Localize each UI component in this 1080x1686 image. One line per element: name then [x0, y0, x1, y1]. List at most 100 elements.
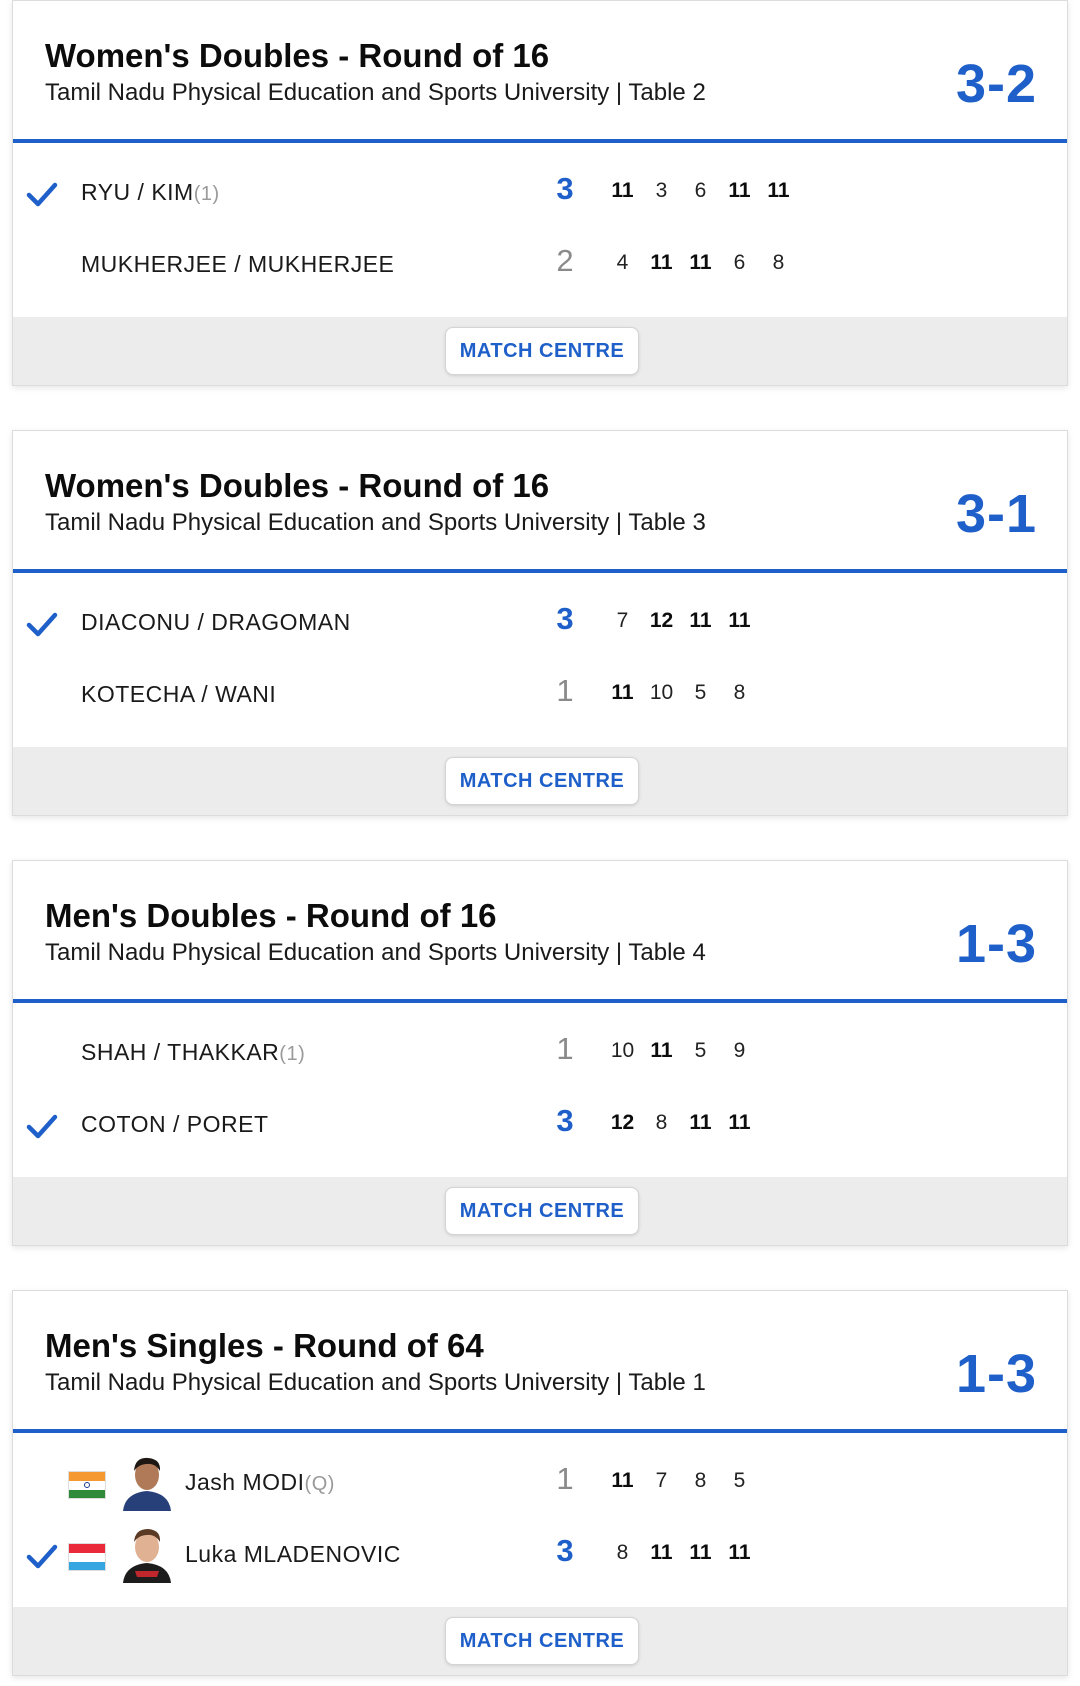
- game-score: 6: [694, 179, 707, 202]
- winner-check-icon: [26, 182, 58, 207]
- game-score: 5: [694, 681, 707, 704]
- player-row: MUKHERJEE / MUKHERJEE 2 4 11 11 6 8: [13, 231, 1067, 301]
- match-header: Women's Doubles - Round of 16 Tamil Nadu…: [13, 1, 1067, 143]
- match-score: 1-3: [955, 914, 1037, 974]
- game-score: 7: [655, 1469, 668, 1492]
- game-score: 11: [611, 1469, 634, 1492]
- match-score: 3-2: [955, 54, 1037, 114]
- player-seed: (1): [193, 183, 220, 205]
- game-score: 3: [655, 179, 668, 202]
- game-score: 10: [610, 1039, 635, 1062]
- game-score: 8: [772, 251, 785, 274]
- game-score: 11: [728, 1111, 751, 1134]
- game-score: 4: [616, 251, 629, 274]
- game-scores: 11 3 6 11 11: [603, 179, 798, 203]
- match-card: Men's Doubles - Round of 16 Tamil Nadu P…: [12, 860, 1068, 1246]
- match-title: Men's Doubles - Round of 16: [45, 897, 497, 934]
- game-score: 8: [616, 1541, 629, 1564]
- game-score: 11: [689, 1541, 712, 1564]
- game-scores: 4 11 11 6 8: [603, 251, 798, 275]
- player-name[interactable]: Jash MODI(Q): [185, 1469, 335, 1496]
- game-score: 11: [650, 1541, 673, 1564]
- match-score: 1-3: [955, 1344, 1037, 1404]
- match-header: Men's Doubles - Round of 16 Tamil Nadu P…: [13, 861, 1067, 1003]
- player-name[interactable]: Luka MLADENOVIC: [185, 1541, 401, 1568]
- match-footer: MATCH CENTRE: [13, 1177, 1067, 1245]
- player-row: COTON / PORET 3 12 8 11 11: [13, 1091, 1067, 1161]
- game-score: 12: [649, 609, 674, 632]
- game-scores: 10 11 5 9: [603, 1039, 759, 1063]
- game-score: 5: [694, 1039, 707, 1062]
- match-card: Women's Doubles - Round of 16 Tamil Nadu…: [12, 430, 1068, 816]
- game-score: 8: [655, 1111, 668, 1134]
- game-scores: 7 12 11 11: [603, 609, 759, 633]
- player-name[interactable]: MUKHERJEE / MUKHERJEE: [81, 251, 394, 278]
- player-row: Luka MLADENOVIC 3 8 11 11 11: [13, 1521, 1067, 1591]
- sets-won: 1: [556, 1031, 574, 1066]
- player-row: SHAH / THAKKAR(1) 1 10 11 5 9: [13, 1019, 1067, 1089]
- game-scores: 11 10 5 8: [603, 681, 759, 705]
- match-centre-button[interactable]: MATCH CENTRE: [445, 1617, 639, 1665]
- player-name[interactable]: SHAH / THAKKAR(1): [81, 1039, 305, 1066]
- match-footer: MATCH CENTRE: [13, 317, 1067, 385]
- game-score: 8: [694, 1469, 707, 1492]
- match-title: Men's Singles - Round of 64: [45, 1327, 484, 1364]
- game-score: 12: [610, 1111, 635, 1134]
- sets-won: 2: [556, 243, 574, 278]
- match-score: 3-1: [955, 484, 1037, 544]
- player-name[interactable]: COTON / PORET: [81, 1111, 269, 1138]
- sets-won: 3: [556, 1103, 574, 1138]
- game-score: 11: [728, 609, 751, 632]
- match-venue: Tamil Nadu Physical Education and Sports…: [45, 1369, 706, 1396]
- player-name[interactable]: DIACONU / DRAGOMAN: [81, 609, 351, 636]
- game-score: 11: [689, 609, 712, 632]
- sets-won: 3: [556, 1533, 574, 1568]
- sets-won: 1: [556, 1461, 574, 1496]
- game-score: 11: [728, 179, 751, 202]
- match-centre-button[interactable]: MATCH CENTRE: [445, 757, 639, 805]
- player-name[interactable]: RYU / KIM(1): [81, 179, 220, 206]
- player-seed: (Q): [304, 1473, 335, 1495]
- match-footer: MATCH CENTRE: [13, 1607, 1067, 1675]
- game-score: 9: [733, 1039, 746, 1062]
- player-row: DIACONU / DRAGOMAN 3 7 12 11 11: [13, 589, 1067, 659]
- match-footer: MATCH CENTRE: [13, 747, 1067, 815]
- player-avatar: [123, 1457, 171, 1511]
- game-score: 11: [650, 251, 673, 274]
- match-header: Women's Doubles - Round of 16 Tamil Nadu…: [13, 431, 1067, 573]
- player-seed: (1): [279, 1043, 306, 1065]
- game-score: 7: [616, 609, 629, 632]
- game-scores: 11 7 8 5: [603, 1469, 759, 1493]
- game-score: 5: [733, 1469, 746, 1492]
- sets-won: 1: [556, 673, 574, 708]
- winner-check-icon: [26, 612, 58, 637]
- match-centre-button[interactable]: MATCH CENTRE: [445, 327, 639, 375]
- match-card: Men's Singles - Round of 64 Tamil Nadu P…: [12, 1290, 1068, 1676]
- game-scores: 12 8 11 11: [603, 1111, 759, 1135]
- game-score: 11: [611, 179, 634, 202]
- luxembourg-flag-icon: [68, 1543, 106, 1571]
- game-score: 11: [650, 1039, 673, 1062]
- game-score: 11: [689, 251, 712, 274]
- player-row: KOTECHA / WANI 1 11 10 5 8: [13, 661, 1067, 731]
- results-page: Women's Doubles - Round of 16 Tamil Nadu…: [0, 0, 1080, 1686]
- game-score: 11: [728, 1541, 751, 1564]
- player-name[interactable]: KOTECHA / WANI: [81, 681, 276, 708]
- match-venue: Tamil Nadu Physical Education and Sports…: [45, 509, 706, 536]
- player-row: RYU / KIM(1) 3 11 3 6 11 11: [13, 159, 1067, 229]
- match-card: Women's Doubles - Round of 16 Tamil Nadu…: [12, 0, 1068, 386]
- winner-check-icon: [26, 1544, 58, 1569]
- game-score: 11: [689, 1111, 712, 1134]
- game-score: 6: [733, 251, 746, 274]
- sets-won: 3: [556, 601, 574, 636]
- sets-won: 3: [556, 171, 574, 206]
- game-score: 11: [611, 681, 634, 704]
- game-score: 10: [649, 681, 674, 704]
- game-score: 11: [767, 179, 790, 202]
- india-flag-icon: [68, 1471, 106, 1499]
- match-venue: Tamil Nadu Physical Education and Sports…: [45, 79, 706, 106]
- winner-check-icon: [26, 1114, 58, 1139]
- player-avatar: [123, 1529, 171, 1583]
- game-scores: 8 11 11 11: [603, 1541, 759, 1565]
- match-centre-button[interactable]: MATCH CENTRE: [445, 1187, 639, 1235]
